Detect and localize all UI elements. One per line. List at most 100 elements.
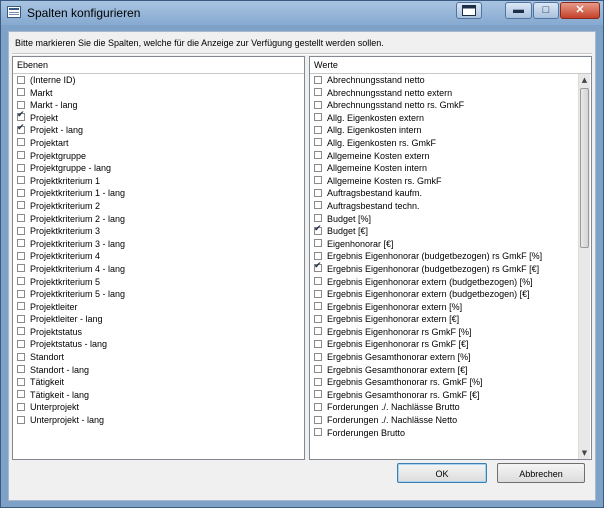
checkbox[interactable]	[314, 214, 322, 223]
checkbox[interactable]	[314, 302, 322, 311]
scroll-down-arrow-icon[interactable]: ▼	[579, 447, 590, 459]
checkbox[interactable]	[314, 138, 322, 147]
checkbox[interactable]	[17, 264, 25, 273]
list-item-label: Projektstatus	[30, 326, 83, 337]
checkbox[interactable]	[17, 123, 25, 134]
list-item-label: Projektgruppe	[30, 150, 87, 161]
maximize-button[interactable]: □	[533, 2, 559, 19]
checkbox[interactable]	[314, 88, 322, 97]
list-item-label: Projektleiter	[30, 301, 78, 312]
list-item-label: Ergebnis Gesamthonorar rs. GmkF [%]	[327, 377, 483, 388]
minimize-button[interactable]: ▬	[505, 2, 532, 19]
list-item-label: Projektstatus - lang	[30, 339, 108, 350]
list-item-label: Allg. Eigenkosten extern	[327, 112, 425, 123]
window-title: Spalten konfigurieren	[27, 6, 141, 20]
list-item-label: Markt	[30, 87, 53, 98]
checkbox[interactable]	[17, 88, 25, 97]
checkbox[interactable]	[17, 239, 25, 248]
checkbox[interactable]	[314, 327, 322, 336]
instruction-text: Bitte markieren Sie die Spalten, welche …	[15, 38, 384, 48]
scroll-thumb[interactable]	[580, 88, 589, 248]
checkbox[interactable]	[17, 151, 25, 160]
checkbox[interactable]	[314, 201, 322, 210]
list-item-label: Projektkriterium 5	[30, 276, 101, 287]
list-item-label: (Interne ID)	[30, 75, 76, 85]
list-item-label: Projektkriterium 3	[30, 226, 101, 237]
checkbox[interactable]	[314, 163, 322, 172]
checkbox[interactable]	[17, 251, 25, 260]
werte-panel: Werte Abrechnungsstand netto Abrechnungss…	[309, 56, 592, 460]
list-item-label: Auftragsbestand techn.	[327, 200, 420, 211]
checkbox[interactable]	[17, 314, 25, 323]
checkbox[interactable]	[314, 377, 322, 386]
window-icon	[462, 5, 476, 16]
ebenen-panel: Ebenen (Interne ID)MarktMarkt - langProj…	[12, 56, 305, 460]
checkbox[interactable]	[17, 277, 25, 285]
checkbox[interactable]	[314, 289, 322, 298]
list-item-label: Allg. Eigenkosten rs. GmkF	[327, 137, 437, 148]
checkbox[interactable]	[17, 327, 25, 336]
checkbox[interactable]	[314, 314, 322, 323]
list-item-label: Ergebnis Gesamthonorar extern [€]	[327, 364, 468, 375]
list-item-label: Standort	[30, 352, 65, 363]
checkbox[interactable]	[17, 226, 25, 235]
list-item-label: Allg. Eigenkosten intern	[327, 125, 422, 136]
checkbox[interactable]	[17, 176, 25, 185]
checkbox[interactable]	[314, 261, 322, 273]
checkbox[interactable]	[314, 224, 322, 235]
checkbox[interactable]	[17, 100, 25, 109]
list-item-label: Projektkriterium 4	[30, 251, 101, 262]
checkbox[interactable]	[17, 339, 25, 348]
scroll-up-arrow-icon[interactable]: ▲	[579, 74, 590, 86]
separator	[12, 53, 592, 55]
checkbox[interactable]	[314, 415, 322, 424]
title-bar[interactable]: Spalten konfigurieren ▬ □ ✕	[1, 1, 603, 25]
list-item-label: Projektkriterium 1 - lang	[30, 188, 126, 199]
cancel-button[interactable]: Abbrechen	[497, 463, 585, 483]
checkbox[interactable]	[17, 289, 25, 298]
checkbox[interactable]	[314, 75, 322, 84]
checkbox[interactable]	[314, 113, 322, 122]
context-help-button[interactable]	[456, 2, 482, 19]
checkbox[interactable]	[17, 188, 25, 197]
list-item-label: Abrechnungsstand netto	[327, 75, 425, 85]
list-item-label: Projektkriterium 1	[30, 175, 101, 186]
ok-button[interactable]: OK	[397, 463, 487, 483]
checkbox[interactable]	[17, 214, 25, 223]
list-item-label: Projektkriterium 5 - lang	[30, 289, 126, 300]
list-item-label: Forderungen Brutto	[327, 427, 406, 438]
werte-scrollbar[interactable]: ▲ ▼	[578, 74, 590, 459]
close-button[interactable]: ✕	[560, 2, 600, 19]
checkbox[interactable]	[314, 428, 322, 437]
checkbox[interactable]	[314, 151, 322, 160]
checkbox[interactable]	[17, 302, 25, 311]
checkbox[interactable]	[314, 339, 322, 348]
checkbox[interactable]	[17, 377, 25, 386]
list-item-label: Projektkriterium 2	[30, 200, 101, 211]
checkbox[interactable]	[314, 277, 322, 285]
checkbox[interactable]	[17, 75, 25, 84]
checkbox[interactable]	[314, 188, 322, 197]
checkbox[interactable]	[314, 176, 322, 185]
checkbox[interactable]	[314, 125, 322, 134]
checkbox[interactable]	[314, 365, 322, 374]
checkbox[interactable]	[17, 110, 25, 122]
checkbox[interactable]	[17, 201, 25, 210]
list-item-label: Projektkriterium 4 - lang	[30, 263, 126, 274]
checkbox[interactable]	[17, 390, 25, 399]
checkbox[interactable]	[17, 365, 25, 374]
checkbox[interactable]	[17, 402, 25, 411]
checkbox[interactable]	[314, 390, 322, 399]
checkbox[interactable]	[314, 100, 322, 109]
list-item-label: Projektkriterium 2 - lang	[30, 213, 126, 224]
checkbox[interactable]	[17, 138, 25, 147]
list-item-label: Ergebnis Eigenhonorar (budgetbezogen) rs…	[327, 251, 543, 262]
checkbox[interactable]	[314, 239, 322, 248]
checkbox[interactable]	[17, 163, 25, 172]
checkbox[interactable]	[17, 352, 25, 361]
list-item-label: Projekt	[30, 112, 59, 123]
checkbox[interactable]	[17, 415, 25, 424]
checkbox[interactable]	[314, 352, 322, 361]
checkbox[interactable]	[314, 251, 322, 260]
checkbox[interactable]	[314, 402, 322, 411]
